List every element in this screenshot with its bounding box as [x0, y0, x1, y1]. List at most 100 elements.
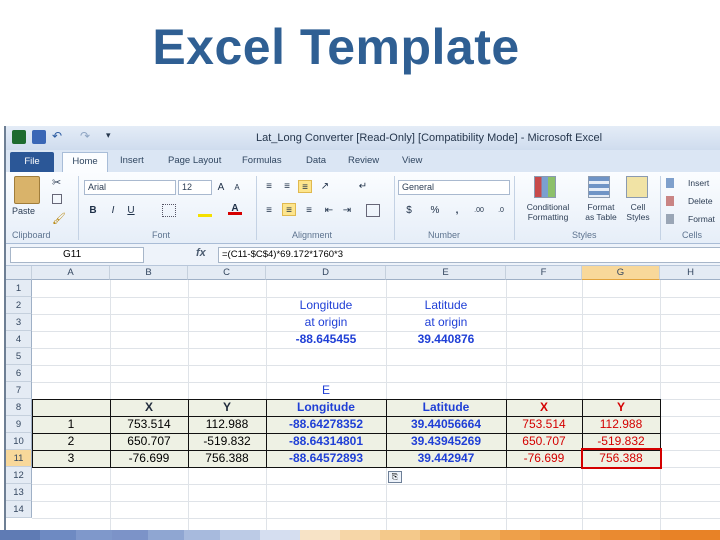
number-format-combo[interactable]: General: [398, 180, 510, 195]
redo-icon[interactable]: ↷: [80, 129, 90, 143]
origin-latitude-value[interactable]: 39.440876: [386, 331, 506, 348]
align-left-icon[interactable]: ≡: [262, 204, 276, 217]
percent-button[interactable]: %: [428, 204, 442, 217]
name-box[interactable]: G11: [10, 247, 144, 263]
column-header-d[interactable]: D: [266, 266, 386, 280]
table-cell[interactable]: -88.64572893: [266, 450, 386, 467]
column-header-a[interactable]: A: [32, 266, 110, 280]
table-cell[interactable]: -76.699: [110, 450, 188, 467]
paste-icon[interactable]: [14, 176, 40, 204]
table-cell[interactable]: 650.707: [506, 433, 582, 450]
font-color-icon[interactable]: A: [228, 202, 242, 215]
row-header-6[interactable]: 6: [6, 365, 32, 382]
underline-button[interactable]: U: [124, 204, 138, 217]
orientation-icon[interactable]: ↗: [318, 180, 332, 193]
align-bottom-icon[interactable]: ≡: [298, 180, 312, 193]
row-header-12[interactable]: 12: [6, 467, 32, 484]
row-header-8[interactable]: 8: [6, 399, 32, 416]
align-center-icon[interactable]: ≡: [282, 203, 296, 216]
table-cell[interactable]: 39.442947: [386, 450, 506, 467]
row-header-1[interactable]: 1: [6, 280, 32, 297]
comma-style-button[interactable]: ,: [450, 204, 464, 217]
cut-icon[interactable]: ✂: [52, 176, 61, 189]
column-header-b[interactable]: B: [110, 266, 188, 280]
currency-button[interactable]: $: [402, 204, 416, 217]
row-header-14[interactable]: 14: [6, 501, 32, 518]
align-top-icon[interactable]: ≡: [262, 180, 276, 193]
delete-cells-button[interactable]: Delete: [666, 196, 713, 206]
increase-decimal-icon[interactable]: .00: [472, 204, 486, 217]
table-cell[interactable]: 3: [32, 450, 110, 467]
column-header-g[interactable]: G: [582, 266, 660, 280]
row-header-10[interactable]: 10: [6, 433, 32, 450]
paste-options-icon[interactable]: ⎘: [388, 471, 402, 483]
row-header-13[interactable]: 13: [6, 484, 32, 501]
formula-input[interactable]: =(C11-$C$4)*69.172*1760*3: [218, 247, 720, 263]
table-cell[interactable]: -88.64278352: [266, 416, 386, 433]
table-cell[interactable]: -519.832: [188, 433, 266, 450]
format-cells-button[interactable]: Format: [666, 214, 715, 224]
column-header-c[interactable]: C: [188, 266, 266, 280]
table-cell[interactable]: 756.388: [188, 450, 266, 467]
tab-formulas[interactable]: Formulas: [242, 155, 282, 166]
table-cell[interactable]: -76.699: [506, 450, 582, 467]
table-cell[interactable]: 39.44056664: [386, 416, 506, 433]
table-cell[interactable]: 2: [32, 433, 110, 450]
format-as-table-icon[interactable]: [588, 176, 610, 198]
borders-icon[interactable]: [162, 204, 176, 217]
merge-center-icon[interactable]: [366, 204, 380, 217]
row-header-5[interactable]: 5: [6, 348, 32, 365]
conditional-formatting-button[interactable]: Conditional Formatting: [518, 202, 578, 222]
font-name-combo[interactable]: Arial: [84, 180, 176, 195]
insert-function-icon[interactable]: fx: [196, 247, 206, 259]
fill-color-icon[interactable]: [198, 204, 212, 217]
row-header-3[interactable]: 3: [6, 314, 32, 331]
table-cell[interactable]: 39.43945269: [386, 433, 506, 450]
origin-longitude-value[interactable]: -88.645455: [266, 331, 386, 348]
column-header-f[interactable]: F: [506, 266, 582, 280]
table-cell[interactable]: 112.988: [582, 416, 660, 433]
table-cell[interactable]: 112.988: [188, 416, 266, 433]
table-cell[interactable]: -88.64314801: [266, 433, 386, 450]
customize-qat-icon[interactable]: ▾: [106, 130, 111, 141]
row-header-2[interactable]: 2: [6, 297, 32, 314]
row-header-4[interactable]: 4: [6, 331, 32, 348]
decrease-decimal-icon[interactable]: .0: [494, 204, 508, 217]
tab-home[interactable]: Home: [62, 152, 108, 172]
row-header-7[interactable]: 7: [6, 382, 32, 399]
row-header-9[interactable]: 9: [6, 416, 32, 433]
decrease-indent-icon[interactable]: ⇤: [322, 204, 336, 217]
conditional-formatting-icon[interactable]: [534, 176, 556, 198]
tab-review[interactable]: Review: [348, 155, 379, 166]
bold-button[interactable]: B: [86, 204, 100, 217]
shrink-font-icon[interactable]: A: [230, 181, 244, 194]
cell-styles-button[interactable]: Cell Styles: [622, 202, 654, 222]
copy-icon[interactable]: [52, 194, 62, 204]
table-cell[interactable]: 650.707: [110, 433, 188, 450]
column-header-e[interactable]: E: [386, 266, 506, 280]
align-middle-icon[interactable]: ≡: [280, 180, 294, 193]
column-header-h[interactable]: H: [660, 266, 720, 280]
tab-page-layout[interactable]: Page Layout: [168, 155, 221, 166]
format-as-table-button[interactable]: Format as Table: [582, 202, 620, 222]
paste-button[interactable]: Paste: [12, 206, 35, 216]
insert-cells-button[interactable]: Insert: [666, 178, 709, 188]
row-header-11[interactable]: 11: [6, 450, 32, 467]
tab-data[interactable]: Data: [306, 155, 326, 166]
grow-font-icon[interactable]: A: [214, 181, 228, 194]
increase-indent-icon[interactable]: ⇥: [340, 204, 354, 217]
cell-styles-icon[interactable]: [626, 176, 648, 198]
tab-insert[interactable]: Insert: [120, 155, 144, 166]
italic-button[interactable]: I: [106, 204, 120, 217]
tab-view[interactable]: View: [402, 155, 422, 166]
font-size-combo[interactable]: 12: [178, 180, 212, 195]
format-painter-icon[interactable]: 🖌: [52, 212, 66, 225]
wrap-text-icon[interactable]: ↵: [356, 180, 370, 193]
table-cell[interactable]: 753.514: [506, 416, 582, 433]
select-all-corner[interactable]: [6, 266, 32, 280]
table-cell[interactable]: 753.514: [110, 416, 188, 433]
tab-file[interactable]: File: [10, 152, 54, 172]
table-cell[interactable]: 1: [32, 416, 110, 433]
undo-icon[interactable]: ↶: [52, 129, 62, 143]
align-right-icon[interactable]: ≡: [302, 204, 316, 217]
